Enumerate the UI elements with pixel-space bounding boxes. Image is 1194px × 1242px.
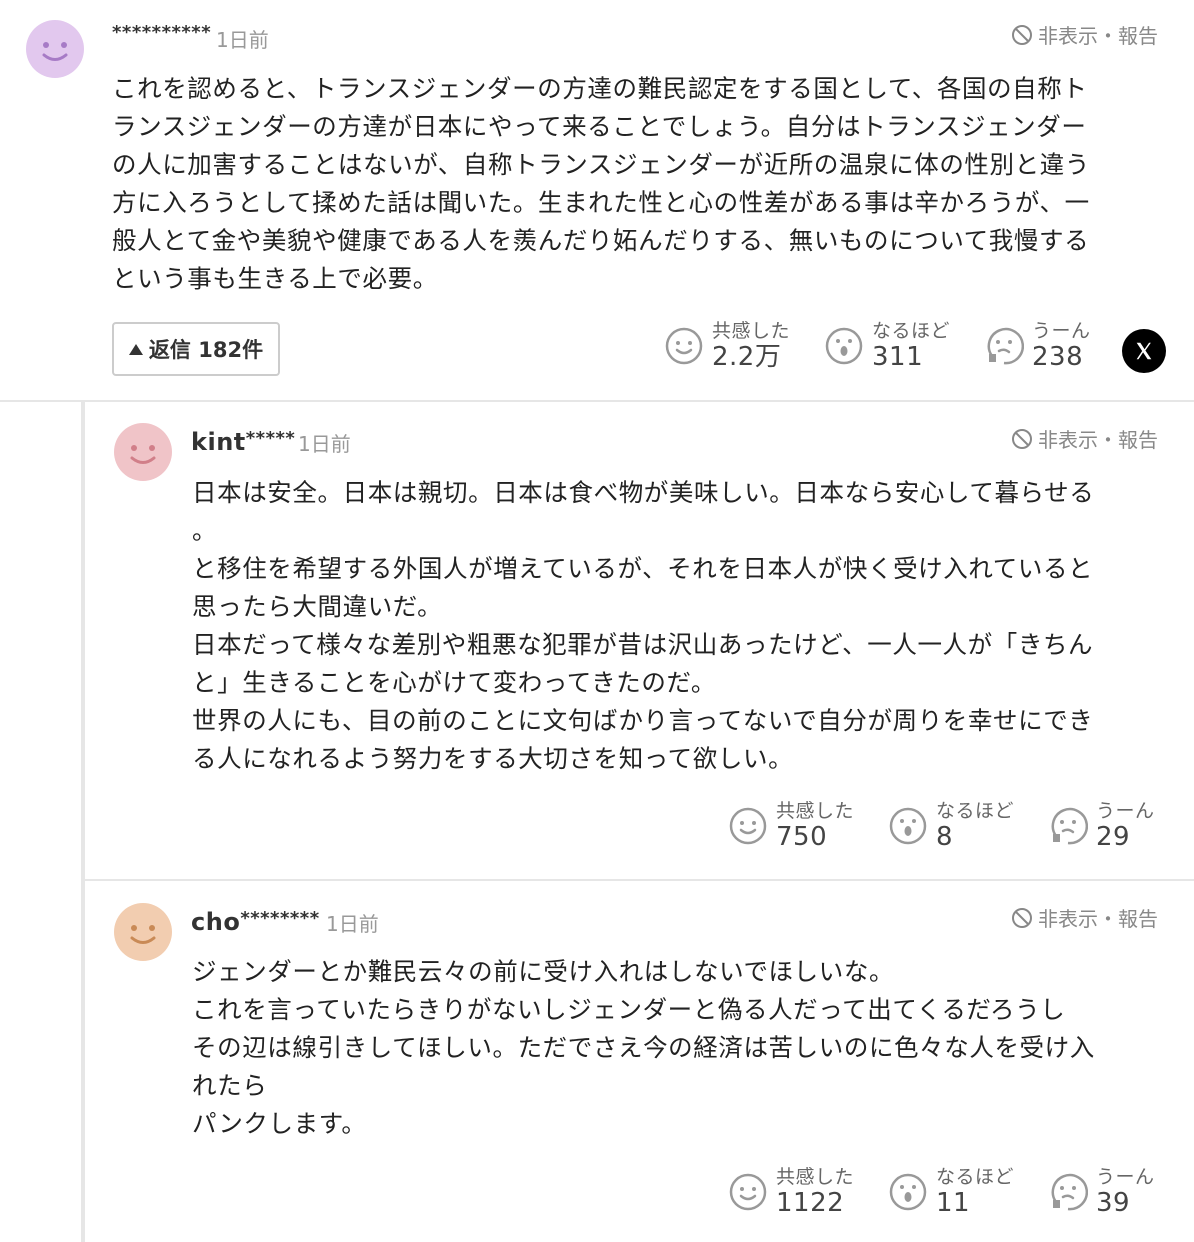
- reaction-count: 11: [936, 1188, 971, 1218]
- username-prefix: kint: [191, 428, 246, 456]
- smile-icon: [729, 807, 767, 845]
- reaction-label: 共感した: [776, 1166, 855, 1188]
- smile-icon: [665, 327, 703, 365]
- reaction-count: 750: [776, 822, 828, 852]
- reaction-label: うーん: [1032, 320, 1091, 342]
- avatar-face-icon: [114, 903, 172, 961]
- timestamp: 1日前: [298, 432, 351, 456]
- hide-report-label: 非表示・報告: [1038, 428, 1158, 452]
- hide-report-link[interactable]: 非表示・報告: [1010, 903, 1158, 932]
- replies-toggle-button[interactable]: 返信 182件: [112, 322, 280, 376]
- thinking-icon: [1051, 807, 1088, 845]
- timestamp: 1日前: [326, 912, 379, 936]
- x-logo-icon: [1136, 342, 1152, 360]
- reaction-count: 2.2万: [712, 342, 782, 372]
- username[interactable]: **********: [112, 22, 211, 43]
- reply-divider: [85, 879, 1194, 881]
- reaction-agree-button[interactable]: 共感した 2.2万: [664, 320, 790, 372]
- surprised-icon: [889, 1173, 927, 1211]
- reply-body: ジェンダーとか難民云々の前に受け入れはしないでほしいな。 これを言っていたらきり…: [192, 957, 1095, 1138]
- reaction-label: 共感した: [776, 800, 855, 822]
- username[interactable]: cho********: [191, 908, 320, 936]
- reaction-label: うーん: [1096, 1166, 1155, 1188]
- hide-report-label: 非表示・報告: [1038, 24, 1158, 48]
- reaction-label: なるほど: [936, 1166, 1015, 1188]
- username[interactable]: kint*****: [191, 428, 295, 456]
- hide-report-label: 非表示・報告: [1038, 907, 1158, 931]
- reaction-insight-button[interactable]: なるほど 8: [888, 800, 1014, 852]
- username-mask: *****: [245, 428, 296, 449]
- main-comment: ********** 1日前 非表示・報告 これを認めると、トランスジェンダーの…: [0, 0, 1194, 400]
- reply-body: 日本は安全。日本は親切。日本は食べ物が美味しい。日本なら安心して暮らせる 。 と…: [192, 478, 1095, 773]
- reaction-count: 8: [936, 822, 954, 852]
- reaction-hmm-button[interactable]: うーん 29: [1048, 800, 1155, 852]
- reaction-count: 311: [872, 342, 924, 372]
- hide-report-link[interactable]: 非表示・報告: [1010, 424, 1158, 453]
- prohibit-icon: [1012, 428, 1032, 449]
- reaction-insight-button[interactable]: なるほど 11: [888, 1166, 1014, 1218]
- surprised-icon: [825, 327, 863, 365]
- reaction-label: なるほど: [936, 800, 1015, 822]
- avatar-face-icon: [114, 423, 172, 481]
- thinking-icon: [1051, 1173, 1088, 1211]
- avatar-face-icon: [26, 20, 84, 78]
- reaction-count: 29: [1096, 822, 1131, 852]
- reaction-label: なるほど: [872, 320, 951, 342]
- reaction-insight-button[interactable]: なるほど 311: [824, 320, 950, 372]
- comment-body: これを認めると、トランスジェンダーの方達の難民認定をする国として、各国の自称ト …: [112, 74, 1090, 293]
- reaction-hmm-button[interactable]: うーん 238: [984, 320, 1091, 372]
- prohibit-icon: [1012, 907, 1032, 928]
- username-mask: ********: [240, 908, 320, 929]
- timestamp: 1日前: [216, 28, 269, 52]
- section-divider: [0, 400, 1194, 402]
- reaction-agree-button[interactable]: 共感した 750: [728, 800, 854, 852]
- triangle-up-icon: [128, 343, 143, 355]
- reaction-count: 39: [1096, 1188, 1131, 1218]
- reaction-label: うーん: [1096, 800, 1155, 822]
- reaction-label: 共感した: [712, 320, 791, 342]
- hide-report-link[interactable]: 非表示・報告: [1010, 20, 1158, 49]
- reply-thread-line: [81, 402, 85, 1242]
- reaction-count: 1122: [776, 1188, 845, 1218]
- avatar[interactable]: [114, 903, 172, 961]
- reaction-count: 238: [1032, 342, 1084, 372]
- reaction-agree-button[interactable]: 共感した 1122: [728, 1166, 854, 1218]
- reaction-hmm-button[interactable]: うーん 39: [1048, 1166, 1155, 1218]
- smile-icon: [729, 1173, 767, 1211]
- avatar[interactable]: [26, 20, 84, 78]
- replies-toggle-label: 返信 182件: [148, 338, 264, 362]
- username-prefix: cho: [191, 908, 241, 936]
- thinking-icon: [987, 327, 1024, 365]
- share-x-button[interactable]: [1122, 329, 1166, 373]
- prohibit-icon: [1012, 24, 1032, 45]
- avatar[interactable]: [114, 423, 172, 481]
- surprised-icon: [889, 807, 927, 845]
